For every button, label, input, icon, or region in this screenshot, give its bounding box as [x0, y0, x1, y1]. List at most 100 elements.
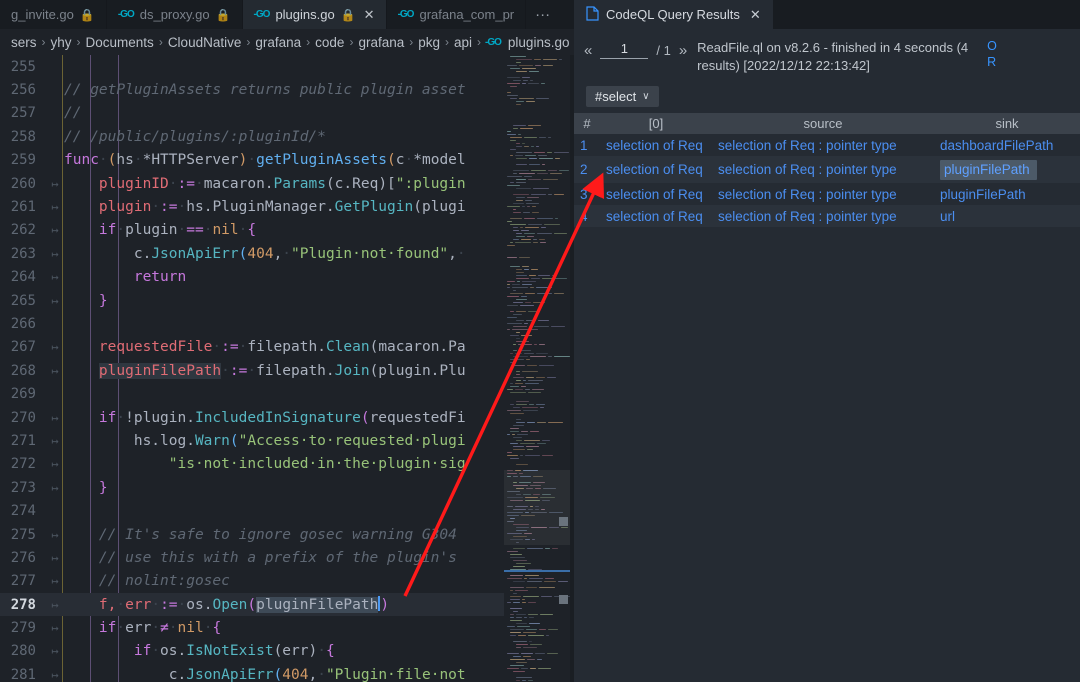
code-line-275[interactable]: 275↦ // It's safe to ignore gosec warnin…: [0, 523, 574, 546]
code-line-274[interactable]: 274: [0, 499, 574, 522]
code-line-264[interactable]: 264↦ return: [0, 266, 574, 289]
results-header: « / 1 » ReadFile.ql on v8.2.6 - finished…: [574, 29, 1080, 80]
line-number: 279: [0, 620, 48, 636]
next-page-button[interactable]: »: [679, 42, 687, 59]
tab-codeql-query-results[interactable]: CodeQL Query Results ✕: [574, 0, 773, 29]
results-link-1[interactable]: O: [987, 39, 1003, 53]
results-column-header-1[interactable]: [0]: [600, 113, 712, 134]
code-line-272[interactable]: 272↦ "is·not·included·in·the·plugin·sig: [0, 453, 574, 476]
results-cell-source[interactable]: selection of Req : pointer type: [712, 156, 934, 183]
indent-marker-icon: ↦: [48, 294, 62, 308]
results-cell-col0[interactable]: selection of Req: [600, 156, 712, 183]
tab-overflow-button[interactable]: ···: [526, 0, 559, 29]
page-number-input[interactable]: [600, 41, 648, 59]
close-icon[interactable]: ✕: [364, 7, 375, 23]
breadcrumb-item-api[interactable]: api: [451, 35, 475, 50]
code-line-273[interactable]: 273↦ }: [0, 476, 574, 499]
results-cell-sink[interactable]: url: [934, 205, 1080, 227]
results-cell-sink[interactable]: dashboardFilePath: [934, 134, 1080, 156]
code-line-268[interactable]: 268↦ pluginFilePath·:=·filepath.Join(plu…: [0, 359, 574, 382]
indent-marker-icon: ↦: [48, 598, 62, 612]
editor-tab-ds-proxy-go[interactable]: -GOds_proxy.go🔒: [107, 0, 243, 29]
results-cell-col0[interactable]: selection of Req: [600, 205, 712, 227]
results-cell-sink[interactable]: pluginFilePath: [934, 183, 1080, 205]
breadcrumb-item-documents[interactable]: Documents: [83, 35, 157, 50]
results-cell-source[interactable]: selection of Req : pointer type: [712, 134, 934, 156]
code-token: nil: [178, 620, 204, 636]
line-number: 277: [0, 573, 48, 589]
code-token: requestedFile: [99, 339, 213, 355]
code-token: ): [380, 597, 389, 613]
code-line-269[interactable]: 269: [0, 382, 574, 405]
code-line-257[interactable]: 257//: [0, 102, 574, 125]
code-line-270[interactable]: 270↦ if·!plugin.IncludedInSignature(requ…: [0, 406, 574, 429]
close-icon[interactable]: ✕: [750, 7, 761, 23]
results-row[interactable]: 2selection of Reqselection of Req : poin…: [574, 156, 1080, 183]
code-line-276[interactable]: 276↦ // use this with a prefix of the pl…: [0, 546, 574, 569]
breadcrumb-item-pkg[interactable]: pkg: [415, 35, 443, 50]
code-line-260[interactable]: 260↦ pluginID·:=·macaron.Params(c.Req)["…: [0, 172, 574, 195]
code-line-256[interactable]: 256// getPluginAssets returns public plu…: [0, 78, 574, 101]
results-column-header-3[interactable]: sink: [934, 113, 1080, 134]
breadcrumb-item-grafana[interactable]: grafana: [355, 35, 407, 50]
results-cell-sink-selected[interactable]: pluginFilePath: [940, 160, 1037, 180]
code-token: GetPlugin: [335, 199, 414, 215]
results-cell-col0[interactable]: selection of Req: [600, 134, 712, 156]
line-number: 269: [0, 386, 48, 402]
results-cell-col0[interactable]: selection of Req: [600, 183, 712, 205]
code-line-266[interactable]: 266: [0, 312, 574, 335]
breadcrumb-item-plugins-go[interactable]: plugins.go: [505, 35, 573, 50]
breadcrumb-separator: ›: [157, 35, 165, 49]
code-line-259[interactable]: 259func·(hs·*HTTPServer)·getPluginAssets…: [0, 149, 574, 172]
breadcrumb-item-cloudnative[interactable]: CloudNative: [165, 35, 245, 50]
breadcrumb[interactable]: sers›yhy›Documents›CloudNative›grafana›c…: [0, 29, 574, 55]
minimap[interactable]: [504, 55, 570, 682]
code-line-280[interactable]: 280↦ if·os.IsNotExist(err)·{: [0, 640, 574, 663]
indent-marker-icon: ↦: [48, 644, 62, 658]
code-line-281[interactable]: 281↦ c.JsonApiErr(404,·"Plugin·file·not: [0, 663, 574, 682]
code-token: :=: [160, 597, 177, 613]
breadcrumb-item-code[interactable]: code: [312, 35, 347, 50]
code-token: (: [274, 667, 283, 682]
results-row[interactable]: 1selection of Reqselection of Req : poin…: [574, 134, 1080, 156]
code-token: :=: [160, 199, 177, 215]
minimap-token: [528, 680, 533, 682]
select-dropdown[interactable]: #select ∨: [586, 86, 659, 107]
tab-label: g_invite.go: [11, 7, 74, 22]
results-link-2[interactable]: R: [987, 55, 1003, 69]
editor-tab-grafana-com-pr[interactable]: -GOgrafana_com_pr: [387, 0, 527, 29]
code-token: (: [361, 410, 370, 426]
code-token: c: [396, 152, 405, 168]
code-line-277[interactable]: 277↦ // nolint:gosec: [0, 570, 574, 593]
results-links[interactable]: O R: [987, 39, 1003, 69]
code-editor[interactable]: 255256// getPluginAssets returns public …: [0, 55, 574, 682]
results-cell-sink[interactable]: pluginFilePath: [934, 156, 1080, 183]
code-text: hs.log.Warn("Access·to·requested·plugi: [62, 433, 466, 449]
prev-page-button[interactable]: «: [584, 42, 592, 59]
results-column-header-0[interactable]: #: [574, 113, 600, 134]
code-line-262[interactable]: 262↦ if·plugin·==·nil·{: [0, 219, 574, 242]
breadcrumb-item-yhy[interactable]: yhy: [48, 35, 75, 50]
breadcrumb-item-sers[interactable]: sers: [8, 35, 40, 50]
code-line-265[interactable]: 265↦ }: [0, 289, 574, 312]
minimap-viewport-slider[interactable]: [504, 470, 570, 545]
code-line-263[interactable]: 263↦ c.JsonApiErr(404,·"Plugin·not·found…: [0, 242, 574, 265]
code-text: if·plugin·==·nil·{: [62, 222, 256, 238]
code-line-261[interactable]: 261↦ plugin·:=·hs.PluginManager.GetPlugi…: [0, 195, 574, 218]
results-row[interactable]: 4selection of Reqselection of Req : poin…: [574, 205, 1080, 227]
results-column-header-2[interactable]: source: [712, 113, 934, 134]
code-line-279[interactable]: 279↦ if·err·≠·nil·{: [0, 616, 574, 639]
code-line-258[interactable]: 258// /public/plugins/:pluginId/*: [0, 125, 574, 148]
code-token: ·: [116, 410, 125, 426]
code-line-255[interactable]: 255: [0, 55, 574, 78]
breadcrumb-item-grafana[interactable]: grafana: [252, 35, 304, 50]
results-row[interactable]: 3selection of Reqselection of Req : poin…: [574, 183, 1080, 205]
code-line-267[interactable]: 267↦ requestedFile·:=·filepath.Clean(mac…: [0, 336, 574, 359]
editor-tab-g-invite-go[interactable]: g_invite.go🔒: [0, 0, 107, 29]
code-line-271[interactable]: 271↦ hs.log.Warn("Access·to·requested·pl…: [0, 429, 574, 452]
results-cell-source[interactable]: selection of Req : pointer type: [712, 205, 934, 227]
breadcrumb-separator: ›: [75, 35, 83, 49]
results-cell-source[interactable]: selection of Req : pointer type: [712, 183, 934, 205]
editor-tab-plugins-go[interactable]: -GOplugins.go🔒✕: [243, 0, 387, 29]
code-line-278[interactable]: 278↦ f,·err·:=·os.Open(pluginFilePath): [0, 593, 574, 616]
